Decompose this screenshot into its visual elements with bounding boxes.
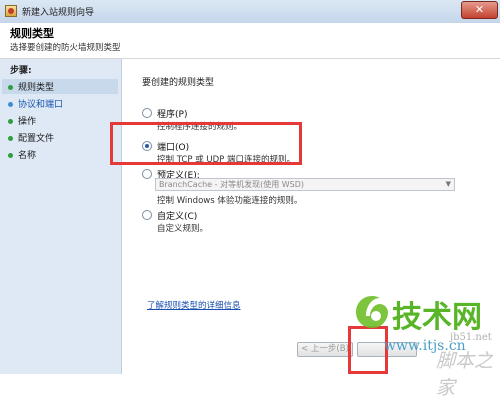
option-label: 程序(P) bbox=[157, 110, 188, 120]
page-subtitle: 选择要创建的防火墙规则类型 bbox=[10, 43, 121, 53]
option-label: 自定义(C) bbox=[157, 212, 198, 222]
rule-type-question: 要创建的规则类型 bbox=[142, 78, 215, 88]
step-profile: 配置文件 bbox=[8, 131, 54, 144]
wizard-header: 规则类型 选择要创建的防火墙规则类型 bbox=[0, 23, 500, 59]
predefined-rule-select[interactable]: BranchCache - 对等机发现(使用 WSD) ▼ bbox=[155, 178, 455, 191]
step-bullet-icon bbox=[8, 85, 13, 90]
page-title: 规则类型 bbox=[10, 27, 54, 40]
step-action: 操作 bbox=[8, 114, 36, 127]
step-bullet-icon bbox=[8, 119, 13, 124]
step-name: 名称 bbox=[8, 148, 36, 161]
step-bullet-icon bbox=[8, 153, 13, 158]
close-icon: ✕ bbox=[474, 3, 485, 16]
step-bullet-icon bbox=[8, 102, 13, 107]
close-button[interactable]: ✕ bbox=[461, 1, 498, 19]
watermark-logo-icon bbox=[356, 296, 388, 328]
select-value: BranchCache - 对等机发现(使用 WSD) bbox=[159, 180, 305, 189]
step-rule-type: 规则类型 bbox=[2, 79, 118, 94]
step-bullet-icon bbox=[8, 136, 13, 141]
firewall-icon bbox=[5, 5, 17, 17]
steps-label: 步骤: bbox=[10, 66, 32, 76]
custom-radio[interactable] bbox=[142, 210, 152, 220]
back-button[interactable]: < 上一步(B) bbox=[297, 342, 353, 357]
step-label: 规则类型 bbox=[18, 83, 55, 93]
step-label: 操作 bbox=[18, 117, 37, 127]
highlight-box-next bbox=[348, 326, 388, 374]
option-description: 自定义规则。 bbox=[157, 224, 209, 234]
title-bar: 新建入站规则向导 ✕ bbox=[0, 0, 500, 24]
steps-pane: 步骤: 规则类型 协议和端口 操作 配置文件 名称 bbox=[0, 59, 122, 374]
option-description: 控制 Windows 体验功能连接的规则。 bbox=[157, 196, 303, 206]
window-title: 新建入站规则向导 bbox=[22, 8, 95, 18]
step-label: 名称 bbox=[18, 151, 37, 161]
help-link[interactable]: 了解规则类型的详细信息 bbox=[147, 299, 241, 311]
step-label: 配置文件 bbox=[18, 134, 55, 144]
highlight-box bbox=[110, 122, 302, 165]
step-label: 协议和端口 bbox=[18, 100, 64, 110]
program-radio[interactable] bbox=[142, 108, 152, 118]
chevron-down-icon: ▼ bbox=[445, 180, 451, 188]
predefined-radio[interactable] bbox=[142, 169, 152, 179]
step-protocol-ports[interactable]: 协议和端口 bbox=[8, 97, 63, 110]
